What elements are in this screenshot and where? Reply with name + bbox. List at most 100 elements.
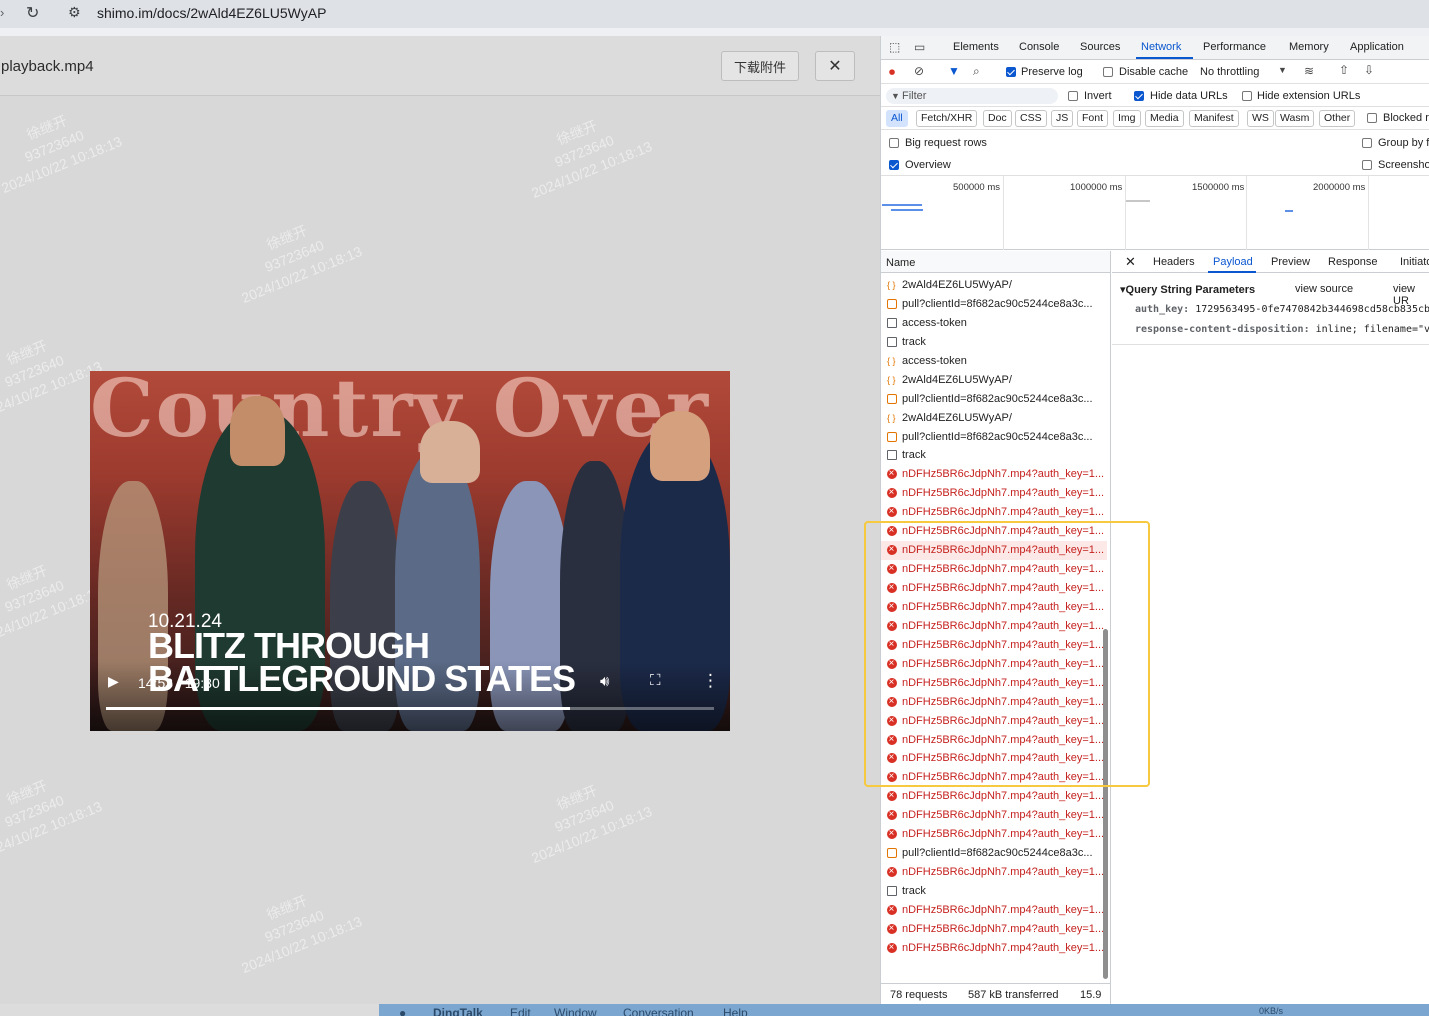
menu-window[interactable]: Window — [554, 1006, 597, 1016]
request-row[interactable]: nDFHz5BR6cJdpNh7.mp4?auth_key=1... — [881, 503, 1107, 522]
request-row[interactable]: nDFHz5BR6cJdpNh7.mp4?auth_key=1... — [881, 731, 1107, 749]
request-list-scrollbar[interactable] — [1103, 629, 1108, 979]
inspect-element-icon[interactable]: ⬚ — [889, 40, 900, 54]
request-row[interactable]: nDFHz5BR6cJdpNh7.mp4?auth_key=1... — [881, 560, 1107, 579]
site-info-icon[interactable]: ⚙ — [68, 4, 81, 21]
volume-icon[interactable]: 🔊︎ — [600, 673, 609, 690]
request-row[interactable]: access-token — [881, 314, 1107, 333]
chevron-down-icon[interactable]: ▼ — [1278, 65, 1287, 75]
request-row[interactable]: nDFHz5BR6cJdpNh7.mp4?auth_key=1... — [881, 825, 1107, 844]
type-filter-all[interactable]: All — [886, 110, 908, 127]
request-row[interactable]: nDFHz5BR6cJdpNh7.mp4?auth_key=1... — [881, 522, 1107, 541]
request-row[interactable]: track — [881, 446, 1107, 465]
filter-input[interactable]: ▼ Filter — [886, 88, 1058, 104]
menu-conversation[interactable]: Conversation — [623, 1006, 694, 1016]
screenshots-checkbox[interactable] — [1362, 160, 1372, 170]
hide-extension-urls-checkbox[interactable] — [1242, 91, 1252, 101]
filter-icon[interactable]: ▼ — [948, 64, 960, 78]
device-toolbar-icon[interactable]: ▭ — [914, 40, 925, 54]
request-row[interactable]: nDFHz5BR6cJdpNh7.mp4?auth_key=1... — [881, 541, 1107, 561]
type-filter-manifest[interactable]: Manifest — [1189, 110, 1239, 127]
request-row[interactable]: nDFHz5BR6cJdpNh7.mp4?auth_key=1... — [881, 712, 1107, 731]
request-row[interactable]: nDFHz5BR6cJdpNh7.mp4?auth_key=1... — [881, 787, 1107, 806]
tab-elements[interactable]: Elements — [953, 41, 999, 53]
request-row[interactable]: nDFHz5BR6cJdpNh7.mp4?auth_key=1... — [881, 806, 1107, 825]
export-har-icon[interactable]: ⇩ — [1364, 63, 1374, 77]
reload-icon[interactable]: ↻ — [26, 3, 39, 23]
request-row[interactable]: nDFHz5BR6cJdpNh7.mp4?auth_key=1... — [881, 939, 1107, 958]
request-row[interactable]: nDFHz5BR6cJdpNh7.mp4?auth_key=1... — [881, 636, 1107, 655]
request-row[interactable]: { } access-token — [881, 352, 1107, 371]
group-by-frame-checkbox[interactable] — [1362, 138, 1372, 148]
request-row[interactable]: { } 2wAld4EZ6LU5WyAP/ — [881, 371, 1107, 390]
tab-application[interactable]: Application — [1350, 41, 1404, 53]
hide-data-urls-checkbox[interactable] — [1134, 91, 1144, 101]
type-filter-js[interactable]: JS — [1051, 110, 1074, 127]
tab-initiator[interactable]: Initiato — [1400, 256, 1429, 268]
tab-preview[interactable]: Preview — [1271, 256, 1310, 268]
network-overview-timeline[interactable]: 500000 ms 1000000 ms 1500000 ms 2000000 … — [881, 176, 1429, 250]
request-row[interactable]: { } 2wAld4EZ6LU5WyAP/ — [881, 409, 1107, 428]
download-attachment-button[interactable]: 下载附件 — [721, 51, 799, 81]
tab-headers[interactable]: Headers — [1153, 256, 1195, 268]
menu-help[interactable]: Help — [723, 1006, 748, 1016]
url-text[interactable]: shimo.im/docs/2wAld4EZ6LU5WyAP — [97, 5, 326, 21]
back-arrow-icon[interactable]: › — [0, 5, 4, 20]
type-filter-ws[interactable]: WS — [1247, 110, 1274, 127]
request-row[interactable]: nDFHz5BR6cJdpNh7.mp4?auth_key=1... — [881, 920, 1107, 939]
import-har-icon[interactable]: ⇧ — [1339, 63, 1349, 77]
tab-response[interactable]: Response — [1328, 256, 1378, 268]
request-row[interactable]: track — [881, 882, 1107, 901]
fullscreen-icon[interactable]: ⛶ — [650, 672, 661, 689]
menu-edit[interactable]: Edit — [510, 1006, 531, 1016]
type-filter-media[interactable]: Media — [1145, 110, 1184, 127]
tab-payload[interactable]: Payload — [1213, 256, 1253, 268]
play-icon[interactable]: ▶ — [108, 673, 119, 690]
network-conditions-icon[interactable]: ≋ — [1304, 64, 1314, 78]
request-row[interactable]: nDFHz5BR6cJdpNh7.mp4?auth_key=1... — [881, 768, 1107, 787]
tab-performance[interactable]: Performance — [1203, 41, 1266, 53]
big-request-rows-checkbox[interactable] — [889, 138, 899, 148]
request-row[interactable]: pull?clientId=8f682ac90c5244ce8a3c... — [881, 295, 1107, 314]
type-filter-other[interactable]: Other — [1319, 110, 1356, 127]
request-row[interactable]: track — [881, 333, 1107, 352]
request-row[interactable]: nDFHz5BR6cJdpNh7.mp4?auth_key=1... — [881, 655, 1107, 674]
disable-cache-checkbox[interactable] — [1103, 67, 1113, 77]
tab-memory[interactable]: Memory — [1289, 41, 1329, 53]
overview-checkbox[interactable] — [889, 160, 899, 170]
preserve-log-checkbox[interactable] — [1006, 67, 1016, 77]
request-row[interactable]: { } 2wAld4EZ6LU5WyAP/ — [881, 276, 1107, 295]
request-row[interactable]: nDFHz5BR6cJdpNh7.mp4?auth_key=1... — [881, 863, 1107, 882]
request-row[interactable]: nDFHz5BR6cJdpNh7.mp4?auth_key=1... — [881, 465, 1107, 484]
view-source-link[interactable]: view source — [1295, 283, 1353, 295]
tab-console[interactable]: Console — [1019, 41, 1059, 53]
name-column-header[interactable]: Name — [881, 251, 1110, 273]
type-filter-css[interactable]: CSS — [1015, 110, 1047, 127]
query-string-header[interactable]: ▾Query String Parameters — [1120, 283, 1255, 296]
request-row[interactable]: nDFHz5BR6cJdpNh7.mp4?auth_key=1... — [881, 693, 1107, 712]
request-row[interactable]: nDFHz5BR6cJdpNh7.mp4?auth_key=1... — [881, 598, 1107, 617]
request-row[interactable]: nDFHz5BR6cJdpNh7.mp4?auth_key=1... — [881, 674, 1107, 693]
throttling-select[interactable]: No throttling — [1200, 66, 1259, 78]
clear-icon[interactable]: ⊘ — [914, 64, 924, 78]
invert-checkbox[interactable] — [1068, 91, 1078, 101]
seek-bar[interactable] — [106, 707, 714, 710]
type-filter-doc[interactable]: Doc — [983, 110, 1012, 127]
type-filter-img[interactable]: Img — [1113, 110, 1141, 127]
blocked-requests-checkbox[interactable] — [1367, 113, 1377, 123]
tab-network[interactable]: Network — [1141, 41, 1181, 53]
menubar-app-name[interactable]: DingTalk — [433, 1006, 483, 1016]
request-row[interactable]: pull?clientId=8f682ac90c5244ce8a3c... — [881, 390, 1107, 409]
request-row[interactable]: nDFHz5BR6cJdpNh7.mp4?auth_key=1... — [881, 749, 1107, 768]
request-row[interactable]: pull?clientId=8f682ac90c5244ce8a3c... — [881, 428, 1107, 447]
type-filter-wasm[interactable]: Wasm — [1275, 110, 1315, 127]
request-row[interactable]: nDFHz5BR6cJdpNh7.mp4?auth_key=1... — [881, 579, 1107, 598]
close-preview-button[interactable]: ✕ — [815, 51, 855, 81]
request-row[interactable]: nDFHz5BR6cJdpNh7.mp4?auth_key=1... — [881, 484, 1107, 503]
apple-icon[interactable]: ● — [399, 1006, 406, 1016]
type-filter-font[interactable]: Font — [1077, 110, 1109, 127]
request-row[interactable]: nDFHz5BR6cJdpNh7.mp4?auth_key=1... — [881, 617, 1107, 636]
close-details-icon[interactable]: ✕ — [1125, 254, 1136, 270]
more-options-icon[interactable]: ⋮ — [702, 671, 719, 691]
search-icon[interactable]: ⌕ — [973, 64, 980, 79]
